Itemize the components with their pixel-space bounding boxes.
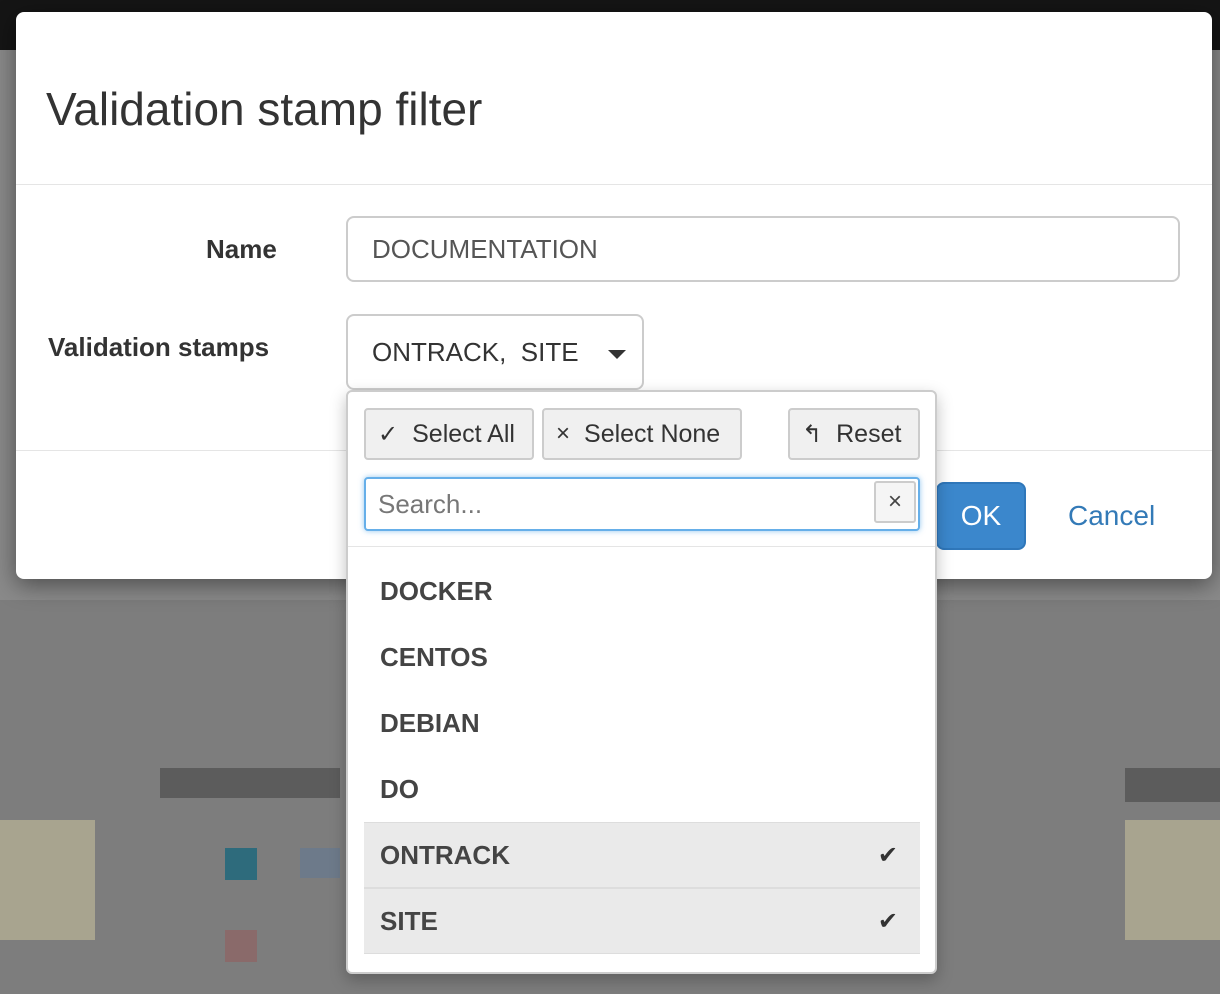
select-all-button[interactable]: ✓ Select All [364,408,534,460]
background-block [1125,820,1220,940]
check-icon: ✓ [378,420,399,448]
option-label: DO [380,773,419,804]
name-input[interactable] [346,216,1180,282]
search-clear-button[interactable]: × [874,481,916,523]
reset-button[interactable]: ↰ Reset [788,408,920,460]
stamp-options-list: DOCKER CENTOS DEBIAN DO ONTRACK ✔ SITE ✔ [364,558,920,954]
checkmark-icon: ✔ [877,842,898,869]
validation-stamps-label: Validation stamps [48,332,270,362]
option-label: SITE [380,905,438,936]
stamp-option-do[interactable]: DO [364,756,920,822]
search-box: × [364,477,920,531]
modal-header: Validation stamp filter [16,12,1212,185]
reset-label: Reset [836,419,902,448]
name-label: Name [206,234,277,264]
background-block [225,930,257,962]
option-label: DEBIAN [380,707,480,738]
ok-button[interactable]: OK [936,482,1026,550]
cancel-link[interactable]: Cancel [1068,500,1155,532]
background-block [225,848,257,880]
validation-stamps-selected-text: ONTRACK, SITE [372,336,579,367]
option-label: ONTRACK [380,839,510,870]
stamp-option-centos[interactable]: CENTOS [364,624,920,690]
background-block [300,848,340,878]
background-block [0,820,95,940]
validation-stamps-select[interactable]: ONTRACK, SITE [346,314,644,390]
reset-icon: ↰ [802,420,823,448]
option-label: CENTOS [380,641,488,672]
checkmark-icon: ✔ [877,908,898,935]
stamp-option-site[interactable]: SITE ✔ [364,888,920,954]
select-none-label: Select None [584,419,721,448]
caret-down-icon [608,350,626,359]
close-icon: × [556,420,571,447]
stamp-option-ontrack[interactable]: ONTRACK ✔ [364,822,920,888]
select-all-label: Select All [412,419,515,448]
stamp-option-docker[interactable]: DOCKER [364,558,920,624]
clear-icon: × [887,488,902,515]
background-block [160,768,340,798]
select-none-button[interactable]: × Select None [542,408,742,460]
modal-title: Validation stamp filter [46,83,483,135]
validation-stamps-dropdown: ✓ Select All × Select None ↰ Reset × DOC… [346,390,937,974]
option-label: DOCKER [380,575,493,606]
background-block [1125,768,1220,802]
dropdown-divider [348,546,935,547]
stamp-option-debian[interactable]: DEBIAN [364,690,920,756]
search-input[interactable] [366,479,866,529]
